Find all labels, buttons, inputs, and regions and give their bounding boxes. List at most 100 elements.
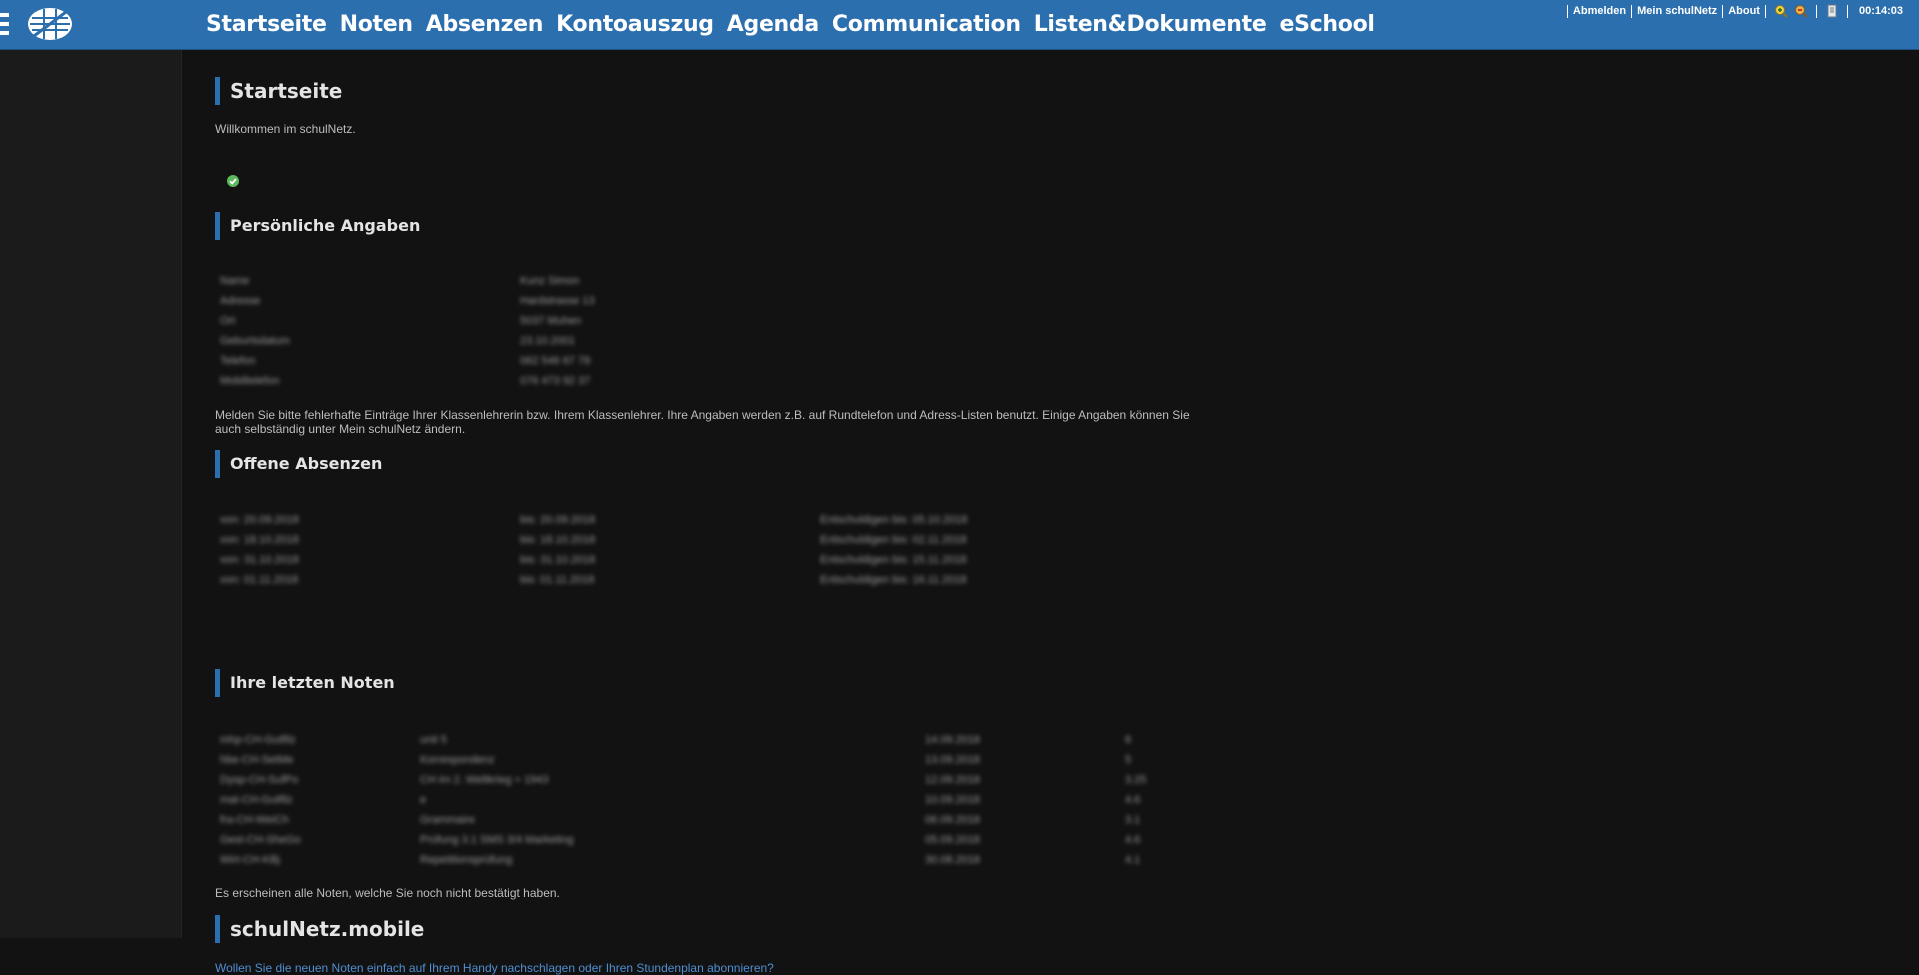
absence-from: von: 01.11.2018 <box>220 574 299 586</box>
separator <box>1815 4 1817 18</box>
about-link[interactable]: About <box>1728 5 1760 17</box>
grade-date: 30.08.2018 <box>925 854 981 866</box>
grade-topic: Grammaire <box>420 814 476 826</box>
nav-listen-dokumente[interactable]: Listen&Dokumente <box>1034 10 1267 40</box>
grade-topic: Korrespondenz <box>420 754 495 766</box>
schulnetz-logo[interactable] <box>26 6 74 42</box>
open-absences-title: Offene Absenzen <box>215 450 382 478</box>
logout-link[interactable]: Abmelden <box>1573 5 1626 17</box>
grade-topic: Repetitionsprüfung <box>420 854 513 866</box>
mobile-title: schulNetz.mobile <box>215 915 424 943</box>
table-row: Geburtsdatum 23.10.2001 <box>220 332 1020 352</box>
grade-value: 6 <box>1125 734 1132 746</box>
separator <box>1764 4 1766 18</box>
check-icon <box>227 175 239 187</box>
grade-course: Dysp-CH-SufPo <box>220 774 299 786</box>
latest-grades-table: mhp-CH-Gutfilz unit 5 14.09.2018 6 hbe-CH-S… <box>220 731 1146 871</box>
table-row: Name Kunz Simon <box>220 272 1020 292</box>
grade-value: 4.6 <box>1125 794 1141 806</box>
table-row: Mobiltelefon 076 473 92 37 <box>220 372 1020 392</box>
separator <box>1722 4 1724 18</box>
value: 062 546 67 78 <box>520 355 591 367</box>
table-row: fra-CH-WeiCh Grammaire 06.09.2018 3.1 <box>220 811 1140 831</box>
main-navigation: Startseite Noten Absenzen Kontoauszug Ag… <box>206 10 1388 40</box>
label: Ort <box>220 315 236 327</box>
label: Mobiltelefon <box>220 375 280 387</box>
table-row: von: 31.10.2018 bis: 31.10.2018 Entschuldi… <box>220 551 1120 571</box>
grade-topic: Prüfung 3.1 SMS 3/4 Marketing <box>420 834 574 846</box>
nav-kontoauszug[interactable]: Kontoauszug <box>556 10 714 40</box>
table-row: Gest-CH-SheGo Prüfung 3.1 SMS 3/4 Marketi… <box>220 831 1140 851</box>
absence-to: bis: 31.10.2018 <box>520 554 596 566</box>
nav-absenzen[interactable]: Absenzen <box>426 10 544 40</box>
grade-topic: e <box>420 794 427 806</box>
menu-icon[interactable] <box>0 13 9 35</box>
page-title: Startseite <box>215 77 342 105</box>
absence-from: von: 31.10.2018 <box>220 554 299 566</box>
grade-date: 05.09.2018 <box>925 834 981 846</box>
table-row: von: 18.10.2018 bis: 18.10.2018 Entschuldi… <box>220 531 1120 551</box>
zoom-in-icon[interactable] <box>1774 4 1788 18</box>
personal-info-note: Melden Sie bitte fehlerhafte Einträge Ih… <box>215 408 1190 436</box>
grade-value: 3.1 <box>1125 814 1141 826</box>
table-row: Dysp-CH-SufPo CH im 2. Weltkrieg + 1943 12… <box>220 771 1146 791</box>
grade-date: 06.09.2018 <box>925 814 981 826</box>
absence-excuse-deadline: Entschuldigen bis: 05.10.2018 <box>820 514 968 526</box>
my-account-link[interactable]: Mein schulNetz <box>1637 5 1717 17</box>
separator <box>1566 4 1568 18</box>
absence-to: bis: 20.09.2018 <box>520 514 596 526</box>
left-sidebar <box>0 50 182 938</box>
value: 076 473 92 37 <box>520 375 591 387</box>
top-navigation-bar: Startseite Noten Absenzen Kontoauszug Ag… <box>0 0 1919 50</box>
table-row: Telefon 062 546 67 78 <box>220 352 1020 372</box>
value: Hardstrasse 13 <box>520 295 595 307</box>
open-absences-table: von: 20.09.2018 bis: 20.09.2018 Entschuldi… <box>220 511 1120 591</box>
nav-startseite[interactable]: Startseite <box>206 10 327 40</box>
table-row: mat-CH-Gutfilz e 10.09.2018 4.6 <box>220 791 1140 811</box>
grade-value: 3.25 <box>1125 774 1147 786</box>
absence-from: von: 18.10.2018 <box>220 534 299 546</box>
label: Geburtsdatum <box>220 335 290 347</box>
grade-course: Gest-CH-SheGo <box>220 834 301 846</box>
table-row: mhp-CH-Gutfilz unit 5 14.09.2018 6 <box>220 731 1131 751</box>
mobile-info-link[interactable]: Wollen Sie die neuen Noten einfach auf I… <box>215 961 774 975</box>
table-row: von: 20.09.2018 bis: 20.09.2018 Entschuldi… <box>220 511 1120 531</box>
absence-excuse-deadline: Entschuldigen bis: 16.11.2018 <box>820 574 967 586</box>
nav-agenda[interactable]: Agenda <box>727 10 819 40</box>
label: Name <box>220 275 250 287</box>
nav-eschool[interactable]: eSchool <box>1279 10 1374 40</box>
absence-to: bis: 18.10.2018 <box>520 534 596 546</box>
grade-value: 5 <box>1125 754 1132 766</box>
grade-course: hbe-CH-SetMe <box>220 754 294 766</box>
grade-topic: CH im 2. Weltkrieg + 1943 <box>420 774 549 786</box>
grade-value: 4.6 <box>1125 834 1141 846</box>
mobile-text: Wollen Sie die neuen Noten einfach auf I… <box>215 961 774 975</box>
nav-communication[interactable]: Communication <box>832 10 1021 40</box>
absence-excuse-deadline: Entschuldigen bis: 02.11.2018 <box>820 534 967 546</box>
label: Adresse <box>220 295 261 307</box>
grade-course: mat-CH-Gutfilz <box>220 794 293 806</box>
value: 23.10.2001 <box>520 335 576 347</box>
absence-excuse-deadline: Entschuldigen bis: 15.11.2018 <box>820 554 967 566</box>
grade-date: 10.09.2018 <box>925 794 981 806</box>
grade-course: fra-CH-WeiCh <box>220 814 289 826</box>
table-row: Ort 5037 Muhen <box>220 312 1020 332</box>
absence-from: von: 20.09.2018 <box>220 514 299 526</box>
value: Kunz Simon <box>520 275 580 287</box>
grades-note: Es erscheinen alle Noten, welche Sie noc… <box>215 886 560 900</box>
personal-info-title: Persönliche Angaben <box>215 212 420 240</box>
grade-date: 14.09.2018 <box>925 734 981 746</box>
latest-grades-title: Ihre letzten Noten <box>215 669 395 697</box>
print-icon[interactable] <box>1825 4 1839 18</box>
label: Telefon <box>220 355 256 367</box>
grade-value: 4.1 <box>1125 854 1141 866</box>
table-row: von: 01.11.2018 bis: 01.11.2018 Entschuldi… <box>220 571 1120 591</box>
grade-date: 12.09.2018 <box>925 774 981 786</box>
grade-course: Wirt-CH-KBj <box>220 854 280 866</box>
nav-noten[interactable]: Noten <box>340 10 413 40</box>
personal-info-table: Name Kunz Simon Adresse Hardstrasse 13 Ort… <box>220 272 1020 392</box>
table-row: Adresse Hardstrasse 13 <box>220 292 1020 312</box>
separator <box>1846 4 1848 18</box>
table-row: hbe-CH-SetMe Korrespondenz 13.09.2018 5 <box>220 751 1131 771</box>
zoom-out-icon[interactable] <box>1794 4 1808 18</box>
